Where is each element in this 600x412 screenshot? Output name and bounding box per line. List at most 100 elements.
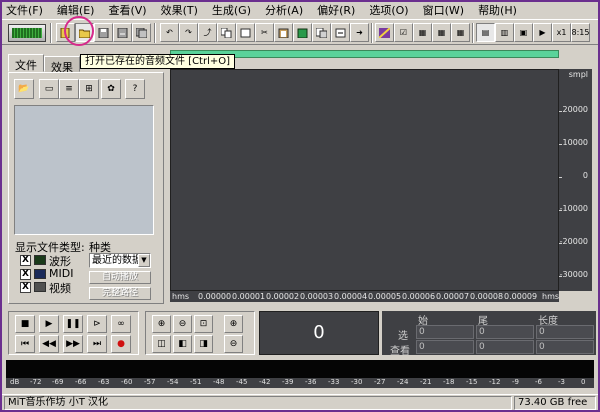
stop-button[interactable]: ■ bbox=[15, 315, 35, 333]
folder-icon: 📂 bbox=[18, 84, 30, 94]
menu-options[interactable]: 选项(O) bbox=[369, 2, 408, 18]
zoom-selection-icon: ◫ bbox=[157, 339, 166, 349]
menu-window[interactable]: 窗口(W) bbox=[423, 2, 464, 18]
open-file-button-small[interactable]: 📂 bbox=[14, 79, 34, 99]
insert-button[interactable]: ≡ bbox=[59, 79, 79, 99]
zoom-selection-button[interactable]: ◫ bbox=[152, 335, 171, 353]
waveform-display[interactable] bbox=[170, 69, 559, 291]
meter-tick-label: -15 bbox=[466, 378, 478, 386]
full-path-button[interactable]: 完整路径 bbox=[89, 287, 151, 300]
view-length-field[interactable]: 0 bbox=[536, 340, 594, 354]
zoom-in-horizontal-button[interactable]: ⊕ bbox=[152, 315, 171, 333]
tab-files[interactable]: 文件 bbox=[8, 54, 44, 72]
redo-icon: ↷ bbox=[185, 28, 192, 37]
trim-button[interactable] bbox=[331, 23, 350, 42]
selection-end-field[interactable]: 0 bbox=[476, 325, 534, 339]
time-tick-label: 0.00000 bbox=[198, 292, 232, 301]
zoom-right-button[interactable]: ◨ bbox=[194, 335, 213, 353]
mix-paste-button[interactable] bbox=[293, 23, 312, 42]
go-to-start-button[interactable]: ⏮ bbox=[15, 335, 35, 353]
pause-button[interactable]: ❚❚ bbox=[63, 315, 83, 333]
zoom-in-vertical-icon: ⊕ bbox=[229, 319, 238, 329]
record-button[interactable]: ● bbox=[111, 335, 131, 353]
sort-select[interactable]: 最近的数据 ▼ bbox=[89, 253, 151, 268]
paste-button[interactable] bbox=[274, 23, 293, 42]
save-all-button[interactable] bbox=[132, 23, 151, 42]
snap-button[interactable]: ☑ bbox=[394, 23, 413, 42]
rewind-button[interactable]: ◀◀ bbox=[39, 335, 59, 353]
selection-row-label: 选 bbox=[398, 331, 408, 342]
menu-preferences[interactable]: 偏好(R) bbox=[317, 2, 355, 18]
zoom-left-button[interactable]: ◧ bbox=[173, 335, 192, 353]
autoplay-button[interactable]: 自动播放 bbox=[89, 271, 151, 284]
video-checkbox[interactable]: X bbox=[20, 282, 31, 293]
zoom-full-button[interactable]: ⊡ bbox=[194, 315, 213, 333]
view-begin-field[interactable]: 0 bbox=[416, 340, 474, 354]
insert-multitrack-button[interactable]: ⊞ bbox=[79, 79, 99, 99]
meter-tick-label: -57 bbox=[144, 378, 156, 386]
save-as-button[interactable] bbox=[113, 23, 132, 42]
time-tick-label: 0.00008 bbox=[470, 292, 504, 301]
paste-icon bbox=[278, 28, 289, 38]
copy-new-button[interactable] bbox=[236, 23, 255, 42]
go-to-end-button[interactable]: ⏭ bbox=[87, 335, 107, 353]
selection-length-field[interactable]: 0 bbox=[536, 325, 594, 339]
menu-generate[interactable]: 生成(G) bbox=[212, 2, 251, 18]
repeat-button[interactable]: ⤴ bbox=[198, 23, 217, 42]
time-format-button[interactable]: 8:15 bbox=[571, 23, 590, 42]
play-icon: ▶ bbox=[539, 28, 546, 37]
save-button[interactable] bbox=[94, 23, 113, 42]
time-tick-label: 0.00001 bbox=[232, 292, 266, 301]
paste-new-button[interactable] bbox=[312, 23, 331, 42]
grid-button-1[interactable]: ▦ bbox=[413, 23, 432, 42]
loop-icon: ∞ bbox=[117, 319, 125, 329]
select-view-button[interactable]: ➜ bbox=[350, 23, 369, 42]
settings-button[interactable]: ✿ bbox=[101, 79, 121, 99]
skip-back-icon: ⏮ bbox=[20, 339, 30, 349]
zoom-view-button[interactable]: x1 bbox=[552, 23, 571, 42]
waveform-view-button[interactable]: ▤ bbox=[476, 23, 495, 42]
waveform-checkbox[interactable]: X bbox=[20, 255, 31, 266]
tab-effects[interactable]: 效果 bbox=[44, 56, 80, 74]
status-message: MiT音乐作坊 小T 汉化 bbox=[4, 396, 512, 410]
zoom-out-icon: ⊖ bbox=[178, 319, 187, 329]
fast-forward-button[interactable]: ▶▶ bbox=[63, 335, 83, 353]
copy-button[interactable] bbox=[217, 23, 236, 42]
menu-file[interactable]: 文件(F) bbox=[6, 2, 43, 18]
help-button[interactable]: ? bbox=[125, 79, 145, 99]
file-list[interactable] bbox=[14, 105, 154, 235]
save-icon bbox=[98, 27, 109, 38]
multitrack-view-button[interactable]: ▥ bbox=[495, 23, 514, 42]
meter-tick-label: -72 bbox=[30, 378, 42, 386]
meter-tick-label: -51 bbox=[190, 378, 202, 386]
close-file-button[interactable]: ▭ bbox=[39, 79, 59, 99]
menu-help[interactable]: 帮助(H) bbox=[478, 2, 517, 18]
zoom-out-horizontal-button[interactable]: ⊖ bbox=[173, 315, 192, 333]
save-as-icon bbox=[117, 27, 128, 38]
midi-checkbox[interactable]: X bbox=[20, 269, 31, 280]
menu-analyze[interactable]: 分析(A) bbox=[265, 2, 303, 18]
loop-button[interactable]: ∞ bbox=[111, 315, 131, 333]
zoom-out-vertical-button[interactable]: ⊖ bbox=[224, 335, 243, 353]
play-to-end-button[interactable]: ⊳ bbox=[87, 315, 107, 333]
record-icon: ● bbox=[117, 339, 125, 349]
cut-button[interactable]: ✂ bbox=[255, 23, 274, 42]
play-view-button[interactable]: ▶ bbox=[533, 23, 552, 42]
app-window: 文件(F) 编辑(E) 查看(V) 效果(T) 生成(G) 分析(A) 偏好(R… bbox=[2, 2, 598, 410]
spectral-view-button[interactable] bbox=[375, 23, 394, 42]
menu-effects[interactable]: 效果(T) bbox=[161, 2, 198, 18]
redo-button[interactable]: ↷ bbox=[179, 23, 198, 42]
selection-begin-field[interactable]: 0 bbox=[416, 325, 474, 339]
play-button[interactable]: ▶ bbox=[39, 315, 59, 333]
grid-button-3[interactable]: ▦ bbox=[451, 23, 470, 42]
chevron-down-icon[interactable]: ▼ bbox=[138, 254, 150, 267]
video-file-icon bbox=[34, 282, 46, 292]
app-logo-icon[interactable] bbox=[8, 24, 46, 42]
cd-view-button[interactable]: ▣ bbox=[514, 23, 533, 42]
grid-button-2[interactable]: ▦ bbox=[432, 23, 451, 42]
undo-button[interactable]: ↶ bbox=[160, 23, 179, 42]
menu-view[interactable]: 查看(V) bbox=[108, 2, 146, 18]
view-end-field[interactable]: 0 bbox=[476, 340, 534, 354]
zoom-in-vertical-button[interactable]: ⊕ bbox=[224, 315, 243, 333]
meter-tick-label: -54 bbox=[167, 378, 179, 386]
